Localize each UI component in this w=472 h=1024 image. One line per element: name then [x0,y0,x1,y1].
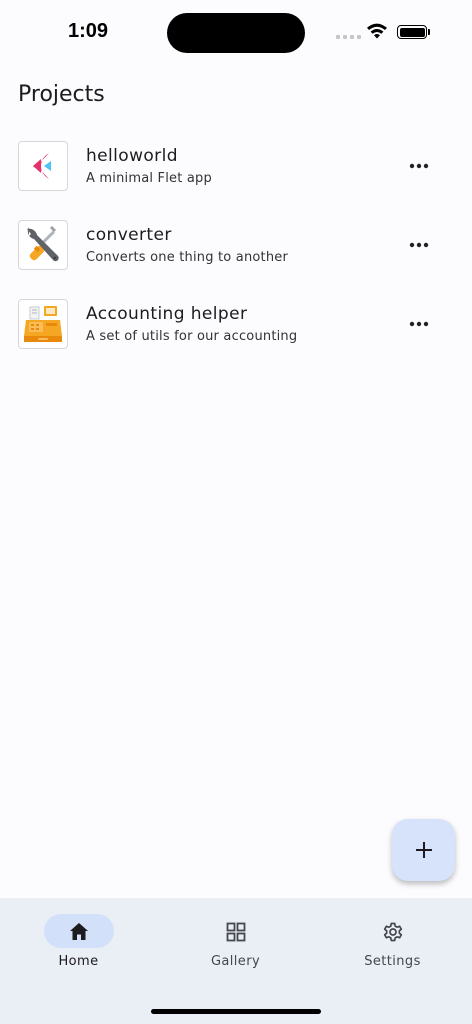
battery-icon [397,25,427,39]
flet-logo-icon [18,141,68,191]
cellular-signal-icon [336,35,361,39]
project-description: A set of utils for our accounting [86,329,298,344]
project-item-accounting-helper[interactable]: Accounting helper A set of utils for our… [0,288,472,367]
status-bar: 1:09 [0,0,472,66]
add-project-button[interactable] [392,819,455,881]
more-options-button[interactable] [400,152,438,180]
dynamic-island [167,13,305,53]
wifi-icon [367,23,387,39]
home-icon [70,923,88,940]
nav-item-settings[interactable]: Settings [314,898,471,988]
gear-icon [383,922,403,942]
wrench-screwdriver-icon [18,220,68,270]
more-horiz-icon [409,321,429,327]
project-name: helloworld [86,146,178,166]
nav-item-gallery[interactable]: Gallery [157,898,314,988]
nav-item-home[interactable]: Home [0,898,157,988]
bottom-navigation: Home Gallery Settings [0,898,472,1024]
nav-label: Home [58,954,99,969]
project-name: Accounting helper [86,304,248,324]
nav-label: Gallery [210,954,261,969]
more-horiz-icon [409,242,429,248]
page-title: Projects [18,82,105,107]
project-name: converter [86,225,172,245]
more-options-button[interactable] [400,310,438,338]
home-indicator [151,1009,321,1014]
cash-register-icon [18,299,68,349]
project-item-converter[interactable]: converter Converts one thing to another [0,209,472,288]
more-horiz-icon [409,163,429,169]
nav-label: Settings [364,954,421,969]
status-time: 1:09 [68,20,109,42]
plus-icon [415,842,432,858]
project-item-helloworld[interactable]: helloworld A minimal Flet app [0,130,472,209]
project-description: A minimal Flet app [86,171,212,186]
project-description: Converts one thing to another [86,250,289,265]
project-list: helloworld A minimal Flet app converter … [0,130,472,367]
grid-icon [226,922,246,942]
battery-tip [428,29,430,35]
more-options-button[interactable] [400,231,438,259]
